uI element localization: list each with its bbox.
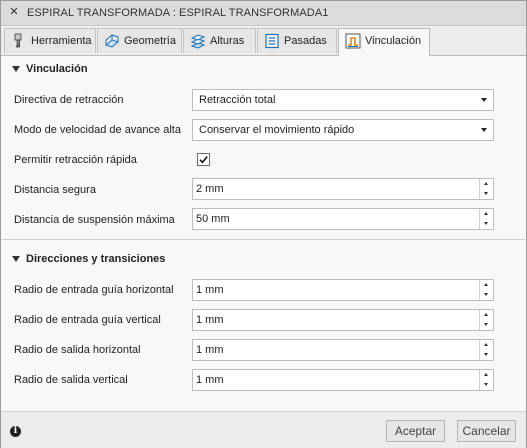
info-icon[interactable]: i bbox=[10, 426, 21, 437]
tab-alturas[interactable]: Alturas bbox=[183, 28, 256, 53]
spinner bbox=[479, 280, 493, 300]
high-feed-mode-label: Modo de velocidad de avance alta bbox=[14, 124, 181, 136]
spinner-down-icon[interactable] bbox=[480, 189, 493, 199]
collapse-triangle-icon bbox=[12, 66, 20, 72]
spinner-down-icon[interactable] bbox=[480, 350, 493, 360]
chevron-down-icon bbox=[481, 98, 487, 102]
tab-label: Geometría bbox=[124, 35, 176, 47]
spinner bbox=[479, 370, 493, 390]
tab-bar: Herramienta Geometría Alturas Pasadas Vi… bbox=[1, 27, 526, 56]
input-value: 1 mm bbox=[196, 344, 224, 356]
select-value: Retracción total bbox=[199, 94, 276, 106]
high-feed-mode-select[interactable]: Conservar el movimiento rápido bbox=[192, 119, 494, 141]
spinner-up-icon[interactable] bbox=[480, 370, 493, 380]
horizontal-lead-in-radius-label: Radio de entrada guía horizontal bbox=[14, 284, 174, 296]
dialog-footer: i Aceptar Cancelar bbox=[1, 411, 526, 448]
safe-distance-label: Distancia segura bbox=[14, 184, 96, 196]
chevron-down-icon bbox=[481, 128, 487, 132]
tab-herramienta[interactable]: Herramienta bbox=[4, 28, 96, 53]
input-value: 2 mm bbox=[196, 183, 224, 195]
section-divider bbox=[2, 239, 525, 240]
horizontal-lead-out-radius-label: Radio de salida horizontal bbox=[14, 344, 141, 356]
retract-policy-label: Directiva de retracción bbox=[14, 94, 124, 106]
spinner bbox=[479, 209, 493, 229]
max-stay-down-input[interactable]: 50 mm bbox=[192, 208, 494, 230]
checkmark-icon bbox=[199, 156, 208, 164]
select-value: Conservar el movimiento rápido bbox=[199, 124, 355, 136]
safe-distance-input[interactable]: 2 mm bbox=[192, 178, 494, 200]
title-bar[interactable]: × ESPIRAL TRANSFORMADA : ESPIRAL TRANSFO… bbox=[1, 1, 526, 26]
tab-label: Vinculación bbox=[365, 35, 422, 47]
spinner bbox=[479, 179, 493, 199]
spinner-up-icon[interactable] bbox=[480, 179, 493, 189]
tab-content: Vinculación Directiva de retracción Retr… bbox=[1, 56, 526, 411]
tab-pasadas[interactable]: Pasadas bbox=[257, 28, 337, 53]
retract-policy-select[interactable]: Retracción total bbox=[192, 89, 494, 111]
spinner-down-icon[interactable] bbox=[480, 290, 493, 300]
allow-rapid-retract-checkbox[interactable] bbox=[197, 153, 210, 166]
tab-label: Alturas bbox=[210, 35, 245, 47]
spinner bbox=[479, 340, 493, 360]
spinner bbox=[479, 310, 493, 330]
heights-icon bbox=[190, 34, 206, 49]
horizontal-lead-in-radius-input[interactable]: 1 mm bbox=[192, 279, 494, 301]
tool-icon bbox=[14, 33, 22, 48]
section-header-linking[interactable]: Vinculación bbox=[1, 59, 526, 81]
collapse-triangle-icon bbox=[12, 256, 20, 262]
vertical-lead-out-radius-label: Radio de salida vertical bbox=[14, 374, 128, 386]
spinner-down-icon[interactable] bbox=[480, 380, 493, 390]
vertical-lead-out-radius-input[interactable]: 1 mm bbox=[192, 369, 494, 391]
spinner-up-icon[interactable] bbox=[480, 209, 493, 219]
tab-label: Herramienta bbox=[31, 35, 92, 47]
ok-button[interactable]: Aceptar bbox=[386, 420, 445, 442]
tab-label: Pasadas bbox=[284, 35, 327, 47]
input-value: 1 mm bbox=[196, 284, 224, 296]
input-value: 1 mm bbox=[196, 314, 224, 326]
allow-rapid-retract-label: Permitir retracción rápida bbox=[14, 154, 137, 166]
vertical-lead-in-radius-label: Radio de entrada guía vertical bbox=[14, 314, 161, 326]
spinner-down-icon[interactable] bbox=[480, 219, 493, 229]
vertical-lead-in-radius-input[interactable]: 1 mm bbox=[192, 309, 494, 331]
spinner-down-icon[interactable] bbox=[480, 320, 493, 330]
section-title: Direcciones y transiciones bbox=[26, 253, 166, 265]
tab-geometria[interactable]: Geometría bbox=[97, 28, 182, 53]
section-title: Vinculación bbox=[26, 63, 88, 75]
cancel-button[interactable]: Cancelar bbox=[457, 420, 516, 442]
passes-icon bbox=[265, 33, 279, 49]
spinner-up-icon[interactable] bbox=[480, 310, 493, 320]
linking-icon bbox=[345, 33, 361, 49]
window-title: ESPIRAL TRANSFORMADA : ESPIRAL TRANSFORM… bbox=[27, 7, 329, 19]
input-value: 50 mm bbox=[196, 213, 230, 225]
tab-vinculacion[interactable]: Vinculación bbox=[338, 28, 430, 56]
section-header-transitions[interactable]: Direcciones y transiciones bbox=[1, 249, 526, 271]
horizontal-lead-out-radius-input[interactable]: 1 mm bbox=[192, 339, 494, 361]
spinner-up-icon[interactable] bbox=[480, 340, 493, 350]
spinner-up-icon[interactable] bbox=[480, 280, 493, 290]
max-stay-down-label: Distancia de suspensión máxima bbox=[14, 214, 175, 226]
input-value: 1 mm bbox=[196, 374, 224, 386]
close-icon[interactable]: × bbox=[7, 4, 21, 20]
geometry-icon bbox=[104, 34, 120, 48]
dialog-window: × ESPIRAL TRANSFORMADA : ESPIRAL TRANSFO… bbox=[0, 0, 527, 448]
